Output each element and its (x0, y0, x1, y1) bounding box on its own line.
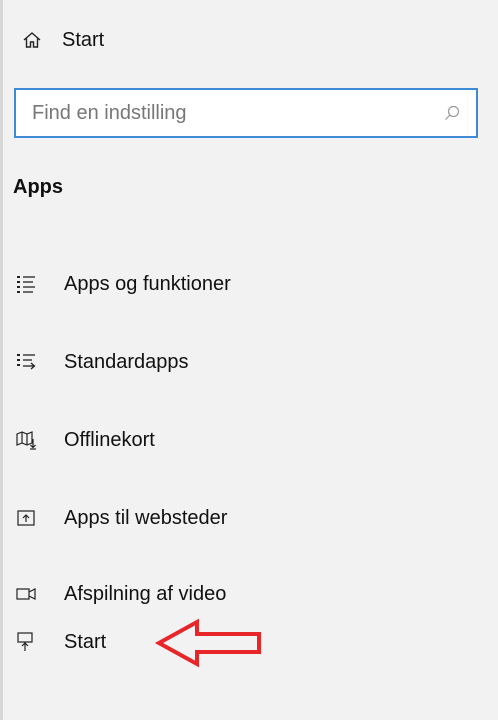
section-title: Apps (13, 176, 63, 198)
nav-item-apps-og-funktioner[interactable]: Apps og funktioner (0, 256, 498, 312)
offline-maps-icon (12, 426, 40, 454)
settings-panel: Start Apps (0, 0, 498, 720)
search-input[interactable] (32, 94, 440, 132)
apps-for-websites-icon (12, 504, 40, 532)
nav-item-label: Afspilning af video (64, 582, 227, 605)
nav-item-label: Apps og funktioner (64, 272, 231, 295)
home-label: Start (62, 28, 105, 51)
default-apps-icon (12, 348, 40, 376)
search-icon[interactable] (440, 101, 464, 125)
nav-item-offlinekort[interactable]: Offlinekort (0, 412, 498, 468)
nav-item-standardapps[interactable]: Standardapps (0, 334, 498, 390)
video-playback-icon (12, 580, 40, 608)
apps-features-icon (12, 270, 40, 298)
search-box[interactable] (14, 88, 478, 138)
nav-item-apps-til-websteder[interactable]: Apps til websteder (0, 490, 498, 546)
red-arrow-left-icon (155, 618, 261, 668)
nav-item-label: Standardapps (64, 350, 189, 373)
home-link[interactable]: Start (20, 24, 104, 56)
nav-item-label: Offlinekort (64, 428, 155, 451)
nav-item-label: Start (64, 630, 107, 653)
nav-item-label: Apps til websteder (64, 506, 228, 529)
startup-icon (12, 628, 40, 656)
home-icon (20, 28, 44, 52)
